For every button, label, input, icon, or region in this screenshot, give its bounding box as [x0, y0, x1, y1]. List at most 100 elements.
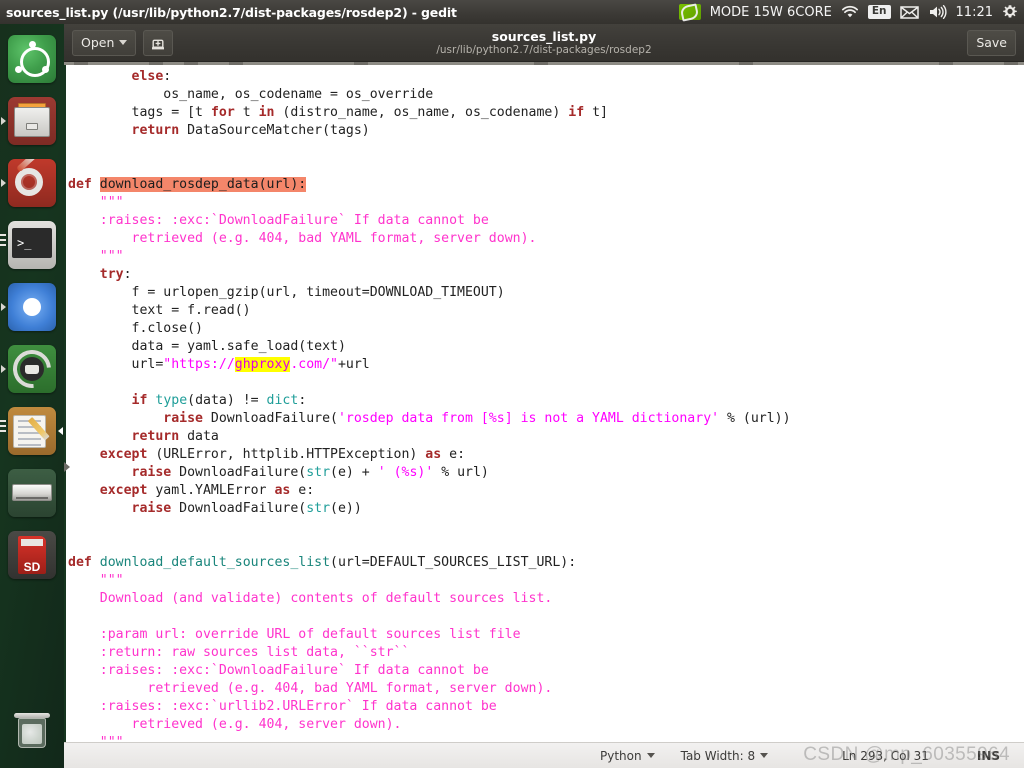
- code-line: if type(data) != dict:: [68, 392, 1024, 410]
- search-match: ghproxy: [234, 357, 291, 372]
- code-token: else: [131, 69, 164, 84]
- tab-stop-tick: [74, 62, 88, 65]
- clock-label: 11:21: [955, 4, 993, 20]
- volume-indicator[interactable]: [928, 0, 947, 24]
- code-line: :raises: :exc:`DownloadFailure` If data …: [68, 212, 1024, 230]
- gedit-toolbar: Open sources_list.py /usr/lib/python2.7/…: [64, 24, 1024, 62]
- code-line: return data: [68, 428, 1024, 446]
- code-line: try:: [68, 266, 1024, 284]
- code-token: % url): [433, 465, 489, 480]
- power-mode-indicator[interactable]: MODE 15W 6CORE: [710, 0, 832, 24]
- code-token: data: [179, 429, 219, 444]
- launcher-item-chromium[interactable]: [0, 276, 64, 338]
- tab-stop-tick: [229, 62, 243, 65]
- code-token: :return: raw sources list data, ``str``: [99, 645, 410, 660]
- code-line: """: [68, 572, 1024, 590]
- tab-stop-tick: [534, 62, 548, 65]
- launcher-item-gedit[interactable]: [0, 400, 64, 462]
- disk-drive-icon: [8, 469, 56, 517]
- code-token: yaml.YAMLError: [147, 483, 275, 498]
- insert-mode-indicator[interactable]: INS: [977, 749, 1000, 763]
- code-token: :raises: :exc:`urllib2.URLError` If data…: [99, 699, 497, 714]
- code-token: in: [258, 105, 275, 120]
- code-token: :: [298, 393, 307, 408]
- launcher-item-system-settings[interactable]: [0, 152, 64, 214]
- chevron-down-icon: [760, 753, 769, 758]
- wifi-icon: [841, 5, 858, 18]
- code-token: raise: [131, 501, 172, 516]
- code-line: retrieved (e.g. 404, bad YAML format, se…: [68, 680, 1024, 698]
- chevron-down-icon: [646, 753, 655, 758]
- code-line: retrieved (e.g. 404, server down).: [68, 716, 1024, 734]
- unity-launcher: >_ SD: [0, 24, 64, 768]
- nvidia-indicator[interactable]: [678, 0, 701, 24]
- code-text[interactable]: else: os_name, os_codename = os_override…: [64, 65, 1024, 742]
- launcher-item-terminal[interactable]: >_: [0, 214, 64, 276]
- launcher-item-android-tool[interactable]: [0, 338, 64, 400]
- code-token: for: [210, 105, 235, 120]
- running-indicator-left: [1, 117, 6, 125]
- language-selector[interactable]: Python: [600, 749, 655, 763]
- code-token: url=: [131, 357, 164, 372]
- running-indicator-left: [1, 303, 6, 311]
- code-line: except (URLError, httplib.HTTPException)…: [68, 446, 1024, 464]
- code-token: e:: [290, 483, 315, 498]
- launcher-item-sd-card[interactable]: SD: [0, 524, 64, 586]
- running-indicator-stack: [0, 234, 6, 249]
- open-button[interactable]: Open: [72, 29, 137, 56]
- tab-stop-tick: [354, 62, 368, 65]
- mail-indicator[interactable]: [899, 0, 919, 24]
- code-line: ​: [68, 374, 1024, 392]
- code-token: f.close(): [131, 321, 203, 336]
- sd-card-icon: SD: [8, 531, 56, 579]
- editor-area[interactable]: else: os_name, os_codename = os_override…: [64, 62, 1024, 742]
- gedit-icon: [8, 407, 56, 455]
- code-token: tags = [t: [131, 105, 211, 120]
- code-token: os_name, os_codename = os_override: [163, 87, 434, 102]
- power-mode-label: MODE 15W 6CORE: [709, 4, 832, 20]
- code-line: except yaml.YAMLError as e:: [68, 482, 1024, 500]
- code-token: e:: [441, 447, 466, 462]
- code-line: """: [68, 248, 1024, 266]
- keyboard-layout-indicator[interactable]: En: [867, 0, 891, 24]
- insert-mode-label: INS: [976, 748, 1001, 763]
- save-button[interactable]: Save: [967, 29, 1016, 56]
- wifi-indicator[interactable]: [841, 0, 859, 24]
- code-token: +url: [337, 357, 370, 372]
- code-line: raise DownloadFailure(str(e)): [68, 500, 1024, 518]
- window-title: sources_list.py (/usr/lib/python2.7/dist…: [6, 4, 457, 20]
- launcher-item-files[interactable]: [0, 90, 64, 152]
- launcher-item-ubuntu-software[interactable]: [0, 28, 64, 90]
- mail-icon: [899, 6, 919, 19]
- running-indicator-left: [1, 179, 6, 187]
- running-indicator-stack: [0, 420, 6, 435]
- code-token: dict: [266, 393, 299, 408]
- code-token: :raises: :exc:`DownloadFailure` If data …: [99, 663, 489, 678]
- cursor-position-label: Ln 293, Col 31: [842, 748, 929, 763]
- new-document-button[interactable]: [143, 29, 174, 56]
- code-token: """: [99, 249, 124, 264]
- code-token: DownloadFailure(: [171, 501, 307, 516]
- launcher-item-disk-drive[interactable]: [0, 462, 64, 524]
- nvidia-logo-icon: [678, 4, 701, 20]
- session-menu[interactable]: [1002, 0, 1018, 24]
- code-line: ​: [68, 158, 1024, 176]
- code-line: ​: [68, 140, 1024, 158]
- code-token: DataSourceMatcher(tags): [179, 123, 370, 138]
- launcher-item-trash[interactable]: [0, 698, 64, 760]
- code-token: raise: [163, 411, 203, 426]
- code-line: f.close(): [68, 320, 1024, 338]
- clock-indicator[interactable]: 11:21: [956, 0, 993, 24]
- code-token: """: [99, 573, 124, 588]
- code-token: raise: [131, 465, 172, 480]
- top-panel: sources_list.py (/usr/lib/python2.7/dist…: [0, 0, 1024, 24]
- code-token: if: [568, 105, 585, 120]
- tab-stop-tick: [184, 62, 198, 65]
- code-token: return: [131, 429, 180, 444]
- code-line: f = urlopen_gzip(url, timeout=DOWNLOAD_T…: [68, 284, 1024, 302]
- code-token: download_default_sources_list: [99, 555, 331, 570]
- code-line: os_name, os_codename = os_override: [68, 86, 1024, 104]
- tab-width-selector[interactable]: Tab Width: 8: [681, 749, 769, 763]
- code-token: type: [155, 393, 188, 408]
